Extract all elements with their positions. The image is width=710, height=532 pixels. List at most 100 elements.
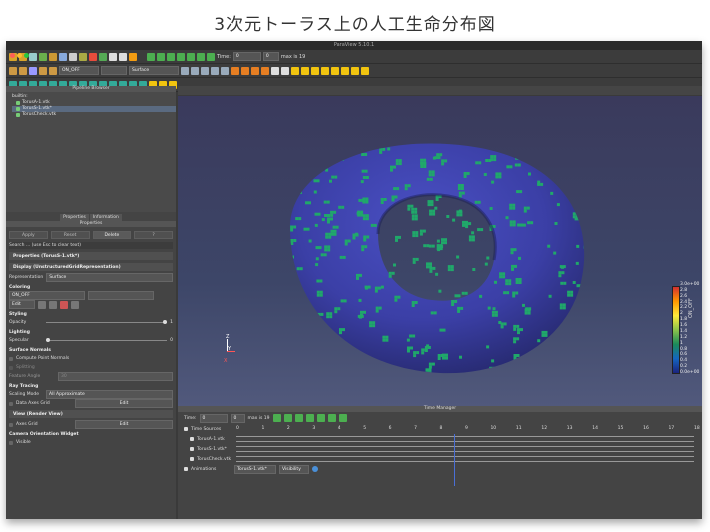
search-input[interactable]: Search ... (use Esc to clear text) [9, 242, 173, 249]
properties-section[interactable]: Properties (TorusS-1.vtk*) [9, 252, 173, 260]
help-icon[interactable] [79, 52, 87, 61]
first-frame-icon[interactable] [147, 52, 155, 61]
rescale-icon[interactable] [19, 66, 27, 75]
pipeline-item-toruscheck[interactable]: TorusCheck.vtk [12, 112, 176, 118]
display-section[interactable]: Display (UnstructuredGridRepresentation) [9, 263, 173, 271]
grow-selection-icon[interactable] [271, 66, 279, 75]
tm-index-input[interactable]: 0 [230, 413, 245, 423]
view-y-icon[interactable] [211, 66, 219, 75]
rescale-custom-range-icon[interactable] [49, 300, 57, 309]
tm-reverse-play-icon[interactable] [294, 414, 303, 422]
invert-colormap-icon[interactable] [71, 300, 79, 309]
time-sources-checkbox[interactable] [184, 427, 188, 431]
feature-angle-input[interactable]: 30 [58, 372, 173, 381]
rescale-custom-icon[interactable] [29, 66, 37, 75]
data-axes-grid-edit-button[interactable]: Edit [75, 399, 173, 408]
contour-icon[interactable] [301, 66, 309, 75]
tm-next-frame-icon[interactable] [316, 414, 325, 422]
calculator-icon[interactable] [291, 66, 299, 75]
view-section[interactable]: View (Render View) [9, 410, 173, 418]
reset-button[interactable]: Reset [50, 231, 90, 239]
data-axes-grid-checkbox[interactable] [9, 401, 13, 406]
disconnect-icon[interactable] [69, 52, 77, 61]
show-scalar-bar-icon[interactable] [60, 300, 68, 309]
edit-colormap-button[interactable]: Edit [9, 300, 35, 309]
delete-button[interactable]: Delete [92, 231, 132, 239]
current-time-marker[interactable] [454, 434, 455, 486]
time-input[interactable]: 0 [232, 52, 261, 61]
animation-source-dropdown[interactable]: TorusS-1.vtk* [234, 464, 276, 474]
animation-property-dropdown[interactable]: Visibility [279, 464, 309, 474]
stream-tracer-icon[interactable] [361, 66, 369, 75]
reverse-play-icon[interactable] [167, 52, 175, 61]
visible-checkbox[interactable] [9, 440, 13, 445]
opacity-slider[interactable] [46, 320, 168, 324]
redo-icon[interactable] [99, 52, 107, 61]
splitting-checkbox[interactable] [9, 365, 13, 370]
scaling-mode-dropdown[interactable]: All Approximate [46, 390, 173, 399]
rescale-range-icon[interactable] [38, 300, 46, 309]
tab-information[interactable]: Information [89, 214, 122, 221]
connect-icon[interactable] [59, 52, 67, 61]
slice-icon[interactable] [321, 66, 329, 75]
tm-first-frame-icon[interactable] [272, 414, 281, 422]
clear-selection-icon[interactable] [281, 66, 289, 75]
compute-normals-checkbox[interactable] [9, 356, 13, 361]
view-x-icon[interactable] [201, 66, 209, 75]
color-array-select[interactable]: ON_OFF [59, 66, 99, 75]
color-map-icon[interactable] [9, 66, 17, 75]
torusa-track[interactable] [236, 436, 694, 442]
specular-value[interactable]: 0 [170, 338, 173, 343]
axes-grid-edit-button[interactable]: Edit [75, 420, 173, 429]
undo-icon[interactable] [89, 52, 97, 61]
select-block-icon[interactable] [251, 66, 259, 75]
view-z-icon[interactable] [221, 66, 229, 75]
component-select[interactable] [101, 66, 127, 75]
palette-icon[interactable] [129, 52, 137, 61]
minimize-window-button[interactable] [17, 53, 22, 58]
toruss-time-checkbox[interactable] [190, 447, 194, 451]
specular-slider[interactable] [46, 338, 168, 342]
interactive-select-icon[interactable] [261, 66, 269, 75]
render-view[interactable]: Z Y X 3.0e+00 2.8 2.6 2.4 2.2 2 1.8 1.6 1.4 1.2 1 0… [178, 96, 702, 406]
representation-select[interactable]: Surface [129, 66, 179, 75]
apply-button[interactable]: Apply [9, 231, 48, 239]
select-cells-icon[interactable] [231, 66, 239, 75]
axes-grid-checkbox[interactable] [9, 422, 13, 427]
representation-dropdown[interactable]: Surface [46, 273, 173, 282]
coloring-dropdown[interactable]: ON_OFF [9, 291, 85, 300]
tm-play-icon[interactable] [305, 414, 314, 422]
previous-frame-icon[interactable] [157, 52, 165, 61]
tm-loop-icon[interactable] [338, 414, 347, 422]
tab-properties[interactable]: Properties [60, 214, 89, 221]
animations-checkbox[interactable] [184, 467, 188, 471]
load-state-icon[interactable] [49, 52, 57, 61]
reset-camera-icon[interactable] [181, 66, 189, 75]
loop-icon[interactable] [207, 52, 215, 61]
tm-last-frame-icon[interactable] [327, 414, 336, 422]
play-icon[interactable] [177, 52, 185, 61]
glyph-icon[interactable] [351, 66, 359, 75]
rescale-time-icon[interactable] [49, 66, 57, 75]
toruss-track[interactable] [236, 446, 694, 452]
camera-redo-icon[interactable] [119, 52, 127, 61]
add-animation-icon[interactable] [312, 466, 318, 472]
help-button[interactable]: ? [134, 231, 173, 239]
save-state-icon[interactable] [39, 52, 47, 61]
camera-undo-icon[interactable] [109, 52, 117, 61]
extract-subset-icon[interactable] [341, 66, 349, 75]
coloring-component-dropdown[interactable] [88, 291, 154, 300]
opacity-value[interactable]: 1 [170, 320, 173, 325]
threshold-icon[interactable] [331, 66, 339, 75]
tm-time-input[interactable]: 0 [199, 413, 228, 423]
next-frame-icon[interactable] [187, 52, 195, 61]
tm-previous-frame-icon[interactable] [283, 414, 292, 422]
rescale-visible-icon[interactable] [39, 66, 47, 75]
zoom-to-data-icon[interactable] [191, 66, 199, 75]
last-frame-icon[interactable] [197, 52, 205, 61]
clip-icon[interactable] [311, 66, 319, 75]
zoom-window-button[interactable] [24, 53, 29, 58]
time-index-input[interactable]: 0 [262, 52, 279, 61]
torusa-time-checkbox[interactable] [190, 437, 194, 441]
toruscheck-track[interactable] [236, 456, 694, 462]
